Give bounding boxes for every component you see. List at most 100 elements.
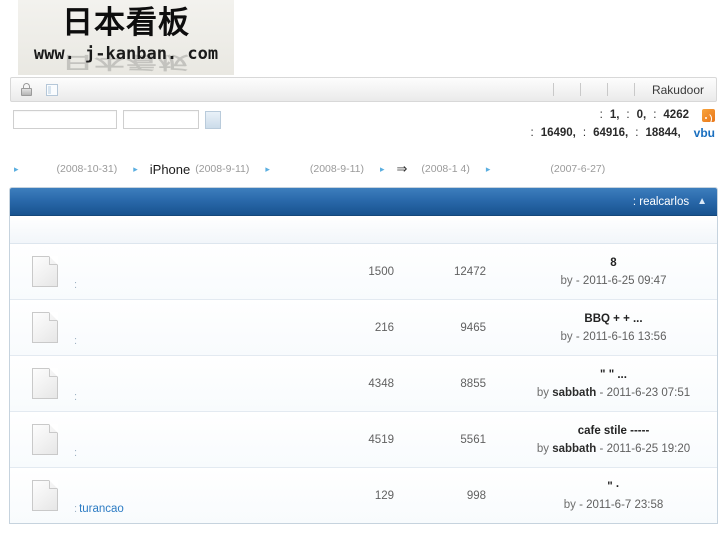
window-icon[interactable] — [46, 83, 58, 96]
row-icon-cell — [10, 244, 74, 299]
row-lastpost-cell: " · by - 2011-6-7 23:58 — [486, 468, 717, 523]
toolbar-separator — [552, 83, 554, 96]
toolbar-separator — [606, 83, 608, 96]
row-forum-cell: : — [74, 412, 314, 467]
row-icon-cell — [10, 468, 74, 523]
forum-label[interactable]: : turancao — [74, 503, 124, 515]
lastpost-dash: - — [599, 386, 604, 399]
forum-label[interactable]: : — [74, 279, 79, 291]
rss-icon[interactable] — [702, 108, 715, 122]
forum-panel: : realcarlos ▲ : 1500 12472 8 by - 2011-… — [9, 187, 718, 524]
breadcrumb-item-2-date[interactable]: (2008-9-11) — [310, 163, 364, 175]
lastpost-meta: by - 2011-6-7 23:58 — [564, 497, 664, 513]
row-count-posts: 8855 — [460, 377, 486, 390]
collapse-caret-icon[interactable]: ▲ — [697, 196, 707, 207]
stats-line-1: : 1, : 0, : 4262 — [530, 106, 715, 124]
stat-1-value: 1, — [609, 109, 620, 121]
lastpost-datetime: 2011-6-7 23:58 — [586, 498, 664, 511]
user-link-vbu[interactable]: vbu — [694, 126, 715, 140]
lastpost-dash: - — [575, 274, 580, 287]
toolbar-right-group: Rakudoor — [540, 83, 716, 97]
row-forum-cell: : — [74, 300, 314, 355]
stat-5-label: : — [582, 127, 587, 139]
row-forum-cell: : — [74, 244, 314, 299]
site-logo[interactable]: 日本看板 日本看板 www. j-kanban. com — [18, 0, 234, 75]
lastpost-meta: by - 2011-6-25 09:47 — [561, 273, 667, 289]
lastpost-title[interactable]: cafe stile ----- — [578, 423, 650, 439]
lastpost-datetime: 2011-6-25 19:20 — [606, 442, 691, 455]
breadcrumb-item-4-date[interactable]: (2007-6-27) — [550, 163, 605, 175]
panel-subheader — [10, 216, 717, 244]
forum-label[interactable]: : — [74, 447, 79, 459]
breadcrumb-item-3-date[interactable]: (2008-1 4) — [421, 163, 469, 175]
lastpost-title[interactable]: BBQ + + ... — [584, 311, 642, 327]
top-toolbar: Rakudoor — [10, 77, 717, 102]
forum-name[interactable]: turancao — [77, 503, 124, 515]
breadcrumb-item-0-date[interactable]: (2008-10-31) — [57, 163, 118, 175]
lastpost-title[interactable]: 8 — [610, 255, 616, 271]
row-count-topics: 129 — [374, 489, 394, 502]
forum-name[interactable] — [77, 279, 79, 291]
stats-block: : 1, : 0, : 4262 : 16490, : 64916, : 188… — [530, 106, 715, 142]
lastpost-meta: by sabbath - 2011-6-25 19:20 — [537, 441, 690, 457]
row-count-posts: 9465 — [460, 321, 486, 334]
row-forum-cell: : — [74, 356, 314, 411]
lock-icon[interactable] — [21, 83, 32, 96]
table-row[interactable]: : 4519 5561 cafe stile ----- by sabbath … — [10, 412, 717, 468]
lastpost-meta: by - 2011-6-16 13:56 — [561, 329, 667, 345]
forum-name[interactable] — [77, 447, 79, 459]
row-forum-cell: : turancao — [74, 468, 314, 523]
search-input[interactable] — [13, 110, 117, 129]
lastpost-by-label: by — [536, 442, 550, 455]
forum-name[interactable] — [77, 335, 79, 347]
stat-5-value: 64916, — [593, 127, 629, 139]
lastpost-datetime: 2011-6-23 07:51 — [606, 386, 691, 399]
logo-url-text: www. j-kanban. com — [33, 44, 219, 64]
lastpost-author[interactable]: sabbath — [552, 443, 596, 455]
lastpost-title[interactable]: " · — [607, 479, 619, 495]
forum-label[interactable]: : — [74, 391, 79, 403]
row-lastpost-cell: cafe stile ----- by sabbath - 2011-6-25 … — [486, 412, 717, 467]
lastpost-by-label: by — [560, 330, 573, 343]
row-count-topics: 1500 — [368, 265, 394, 278]
table-row[interactable]: : turancao 129 998 " · by - 2011-6-7 23:5… — [10, 468, 717, 523]
row-lastpost-cell: " " ... by sabbath - 2011-6-23 07:51 — [486, 356, 717, 411]
toolbar-separator — [633, 83, 635, 96]
lastpost-by-label: by — [560, 274, 573, 287]
search-and-stats-row: : 1, : 0, : 4262 : 16490, : 64916, : 188… — [0, 102, 727, 157]
stat-6-value: 18844, — [645, 127, 681, 139]
stat-3-label: : — [653, 109, 657, 121]
table-row[interactable]: : 216 9465 BBQ + + ... by - 2011-6-16 13… — [10, 300, 717, 356]
document-icon — [32, 424, 58, 455]
document-icon — [32, 312, 58, 343]
table-row[interactable]: : 4348 8855 " " ... by sabbath - 2011-6-… — [10, 356, 717, 412]
stat-2-value: 0, — [636, 109, 647, 121]
breadcrumb-item-3-label[interactable]: ⇒ — [397, 161, 408, 177]
breadcrumb-item-1-date[interactable]: (2008-9-11) — [195, 163, 249, 175]
stat-1-label: : — [599, 109, 603, 121]
stat-4-value: 16490, — [540, 127, 576, 139]
row-icon-cell — [10, 412, 74, 467]
lastpost-datetime: 2011-6-25 09:47 — [582, 274, 667, 287]
table-row[interactable]: : 1500 12472 8 by - 2011-6-25 09:47 — [10, 244, 717, 300]
stat-3-value: 4262 — [663, 109, 689, 121]
lastpost-by-label: by — [563, 498, 576, 511]
lastpost-dash: - — [579, 498, 583, 511]
row-lastpost-cell: 8 by - 2011-6-25 09:47 — [486, 244, 717, 299]
forum-name[interactable] — [77, 391, 79, 403]
breadcrumb: ▸ (2008-10-31) ▸ iPhone (2008-9-11) ▸ (2… — [0, 157, 727, 181]
forum-label[interactable]: : — [74, 335, 79, 347]
search-submit-button[interactable] — [205, 110, 221, 129]
breadcrumb-item-1-label[interactable]: iPhone — [150, 162, 190, 177]
row-count-posts: 12472 — [454, 265, 486, 278]
row-icon-cell — [10, 300, 74, 355]
lastpost-author[interactable]: sabbath — [552, 387, 596, 399]
secondary-input[interactable] — [123, 110, 199, 129]
panel-header-label: : realcarlos — [632, 195, 690, 208]
lastpost-title[interactable]: " " ... — [600, 367, 627, 383]
panel-header[interactable]: : realcarlos ▲ — [10, 188, 717, 216]
row-count-posts: 5561 — [460, 433, 486, 446]
stats-line-2: : 16490, : 64916, : 18844, vbu — [530, 124, 715, 142]
toolbar-link-rakudoor[interactable]: Rakudoor — [648, 83, 704, 97]
toolbar-separator — [579, 83, 581, 96]
